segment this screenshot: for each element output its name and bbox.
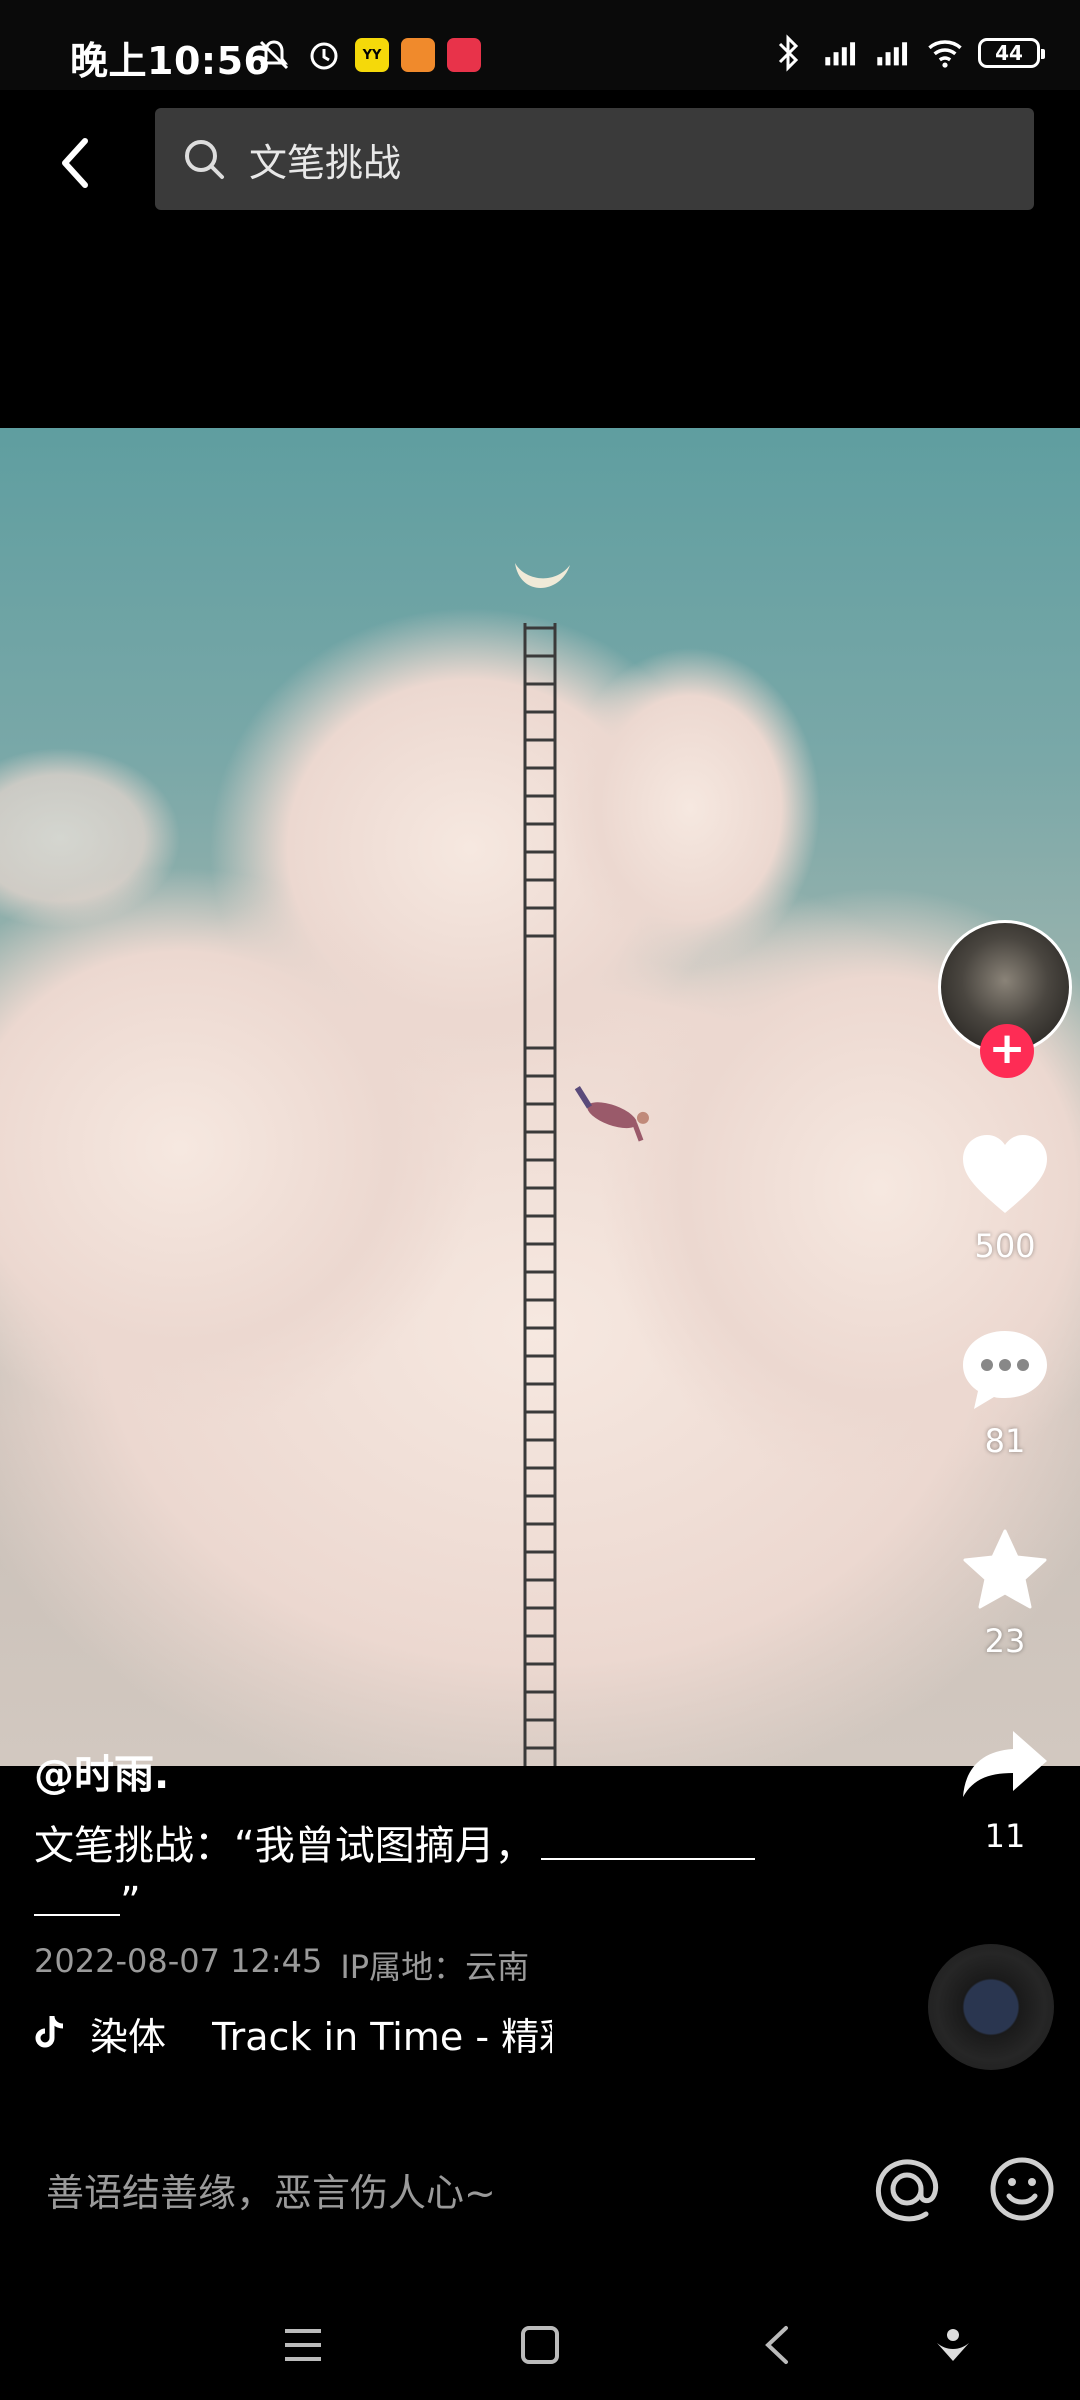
like-button[interactable]: 500 xyxy=(930,1125,1080,1265)
emoji-icon[interactable] xyxy=(985,2152,1059,2226)
header: 文笔挑战 xyxy=(0,90,1080,230)
home-square-icon xyxy=(521,2326,559,2364)
comment-bubble-icon xyxy=(955,1320,1055,1420)
yy-app-icon: YY xyxy=(355,38,389,72)
back-button[interactable] xyxy=(40,128,110,198)
comment-button[interactable]: 81 xyxy=(930,1320,1080,1460)
follow-button[interactable]: + xyxy=(980,1024,1034,1078)
blank-underline xyxy=(540,1818,755,1860)
share-button[interactable]: 11 xyxy=(930,1715,1080,1855)
caption-line-1: 文笔挑战：“我曾试图摘月， xyxy=(34,1818,794,1874)
back-arrow-icon xyxy=(62,138,88,188)
comment-bar: 善语结善缘，恶言伤人心~ xyxy=(0,2140,1080,2250)
alarm-icon xyxy=(305,36,343,74)
heart-icon xyxy=(955,1125,1055,1225)
status-bar: 晚上10:56 YY 44 xyxy=(0,0,1080,90)
status-time: 晚上10:56 xyxy=(70,39,271,83)
menu-icon xyxy=(285,2329,321,2361)
bluetooth-icon xyxy=(770,34,808,72)
favorite-button[interactable]: 23 xyxy=(930,1520,1080,1660)
menu-button[interactable] xyxy=(268,2310,338,2380)
music-disc[interactable] xyxy=(928,1944,1054,2070)
assistant-button[interactable] xyxy=(918,2310,988,2380)
status-icons-right: 44 xyxy=(770,34,1045,72)
nav-back-icon xyxy=(765,2326,788,2364)
author-avatar-wrap[interactable]: + xyxy=(938,920,1072,1078)
mute-bell-icon xyxy=(255,36,293,74)
post-meta: 2022-08-07 12:45 IP属地：云南 xyxy=(34,1942,529,1988)
system-nav-bar xyxy=(0,2290,1080,2400)
share-arrow-icon xyxy=(955,1715,1055,1815)
battery-indicator: 44 xyxy=(978,38,1045,68)
star-icon xyxy=(955,1520,1055,1620)
caption: 文笔挑战：“我曾试图摘月， ” xyxy=(34,1818,794,1930)
status-icons-left: YY xyxy=(255,36,481,74)
comment-count: 81 xyxy=(984,1422,1026,1460)
at-mention-icon[interactable] xyxy=(870,2152,944,2226)
blank-underline-2 xyxy=(34,1874,120,1916)
music-artist: 染体 xyxy=(90,2014,167,2059)
wifi-icon xyxy=(926,34,964,72)
game-app-icon xyxy=(401,38,435,72)
post-date: 2022-08-07 12:45 xyxy=(34,1942,323,1980)
music-track: Track in Time - 精彩 xyxy=(212,2014,553,2059)
red-app-icon xyxy=(447,38,481,72)
video-player[interactable] xyxy=(0,428,1080,1766)
ip-location: IP属地：云南 xyxy=(340,1948,530,1986)
home-button[interactable] xyxy=(505,2310,575,2380)
video-frame xyxy=(0,563,1080,1766)
search-query: 文笔挑战 xyxy=(249,140,402,185)
tiktok-note-icon xyxy=(34,2013,72,2053)
author-name[interactable]: @时雨. xyxy=(34,1742,169,1800)
search-box[interactable]: 文笔挑战 xyxy=(155,108,1034,210)
signal-hd-1-icon xyxy=(822,34,860,72)
search-icon xyxy=(181,136,227,182)
signal-hd-2-icon xyxy=(874,34,912,72)
comment-input[interactable]: 善语结善缘，恶言伤人心~ xyxy=(46,2162,496,2217)
favorite-count: 23 xyxy=(984,1622,1026,1660)
assistant-icon xyxy=(937,2329,969,2361)
share-count: 11 xyxy=(984,1817,1026,1855)
caption-line-2: ” xyxy=(34,1874,794,1930)
screen: 晚上10:56 YY 44 文笔挑战 + 500 81 23 11 @时雨. 文… xyxy=(0,0,1080,2400)
nav-back-button[interactable] xyxy=(742,2310,812,2380)
like-count: 500 xyxy=(974,1227,1036,1265)
music-info[interactable]: 染体 Track in Time - 精彩 xyxy=(34,2008,553,2059)
